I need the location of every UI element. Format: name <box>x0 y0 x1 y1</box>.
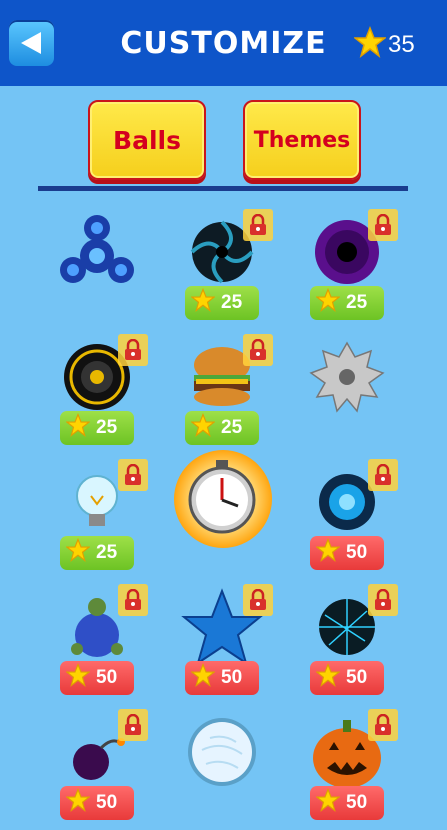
ball-item-speaker-ball[interactable]: 25 <box>35 330 160 455</box>
price-tag[interactable]: 50 <box>310 661 384 695</box>
star-icon <box>315 537 341 568</box>
price-tag[interactable]: 50 <box>310 536 384 570</box>
tab-themes[interactable]: Themes <box>243 100 361 180</box>
fidget-spinner-icon <box>55 210 140 295</box>
star-icon <box>315 662 341 693</box>
price-tag[interactable]: 25 <box>60 536 134 570</box>
ball-item-dark-web-ball[interactable]: 50 <box>285 580 410 705</box>
price-tag[interactable]: 50 <box>60 661 134 695</box>
lock-icon <box>368 584 398 616</box>
ball-item-blue-star-ball[interactable]: 50 <box>160 580 285 705</box>
star-icon <box>315 787 341 818</box>
lock-icon <box>368 209 398 241</box>
price-value: 50 <box>346 542 368 563</box>
price-value: 50 <box>96 792 118 813</box>
lock-icon <box>118 709 148 741</box>
ball-item-lightbulb-ball[interactable]: 25 <box>35 455 160 580</box>
star-icon <box>190 412 216 443</box>
star-balance: 35 <box>388 31 415 58</box>
price-value: 25 <box>221 292 243 313</box>
star-icon <box>65 787 91 818</box>
price-tag[interactable]: 50 <box>310 786 384 820</box>
price-tag[interactable]: 25 <box>60 411 134 445</box>
price-tag[interactable]: 25 <box>310 286 384 320</box>
lock-icon <box>118 459 148 491</box>
stopwatch-ball-icon <box>180 456 265 541</box>
star-icon <box>315 287 341 318</box>
ball-item-bomb-ball[interactable]: 50 <box>35 705 160 830</box>
lock-icon <box>368 709 398 741</box>
divider <box>38 186 408 191</box>
star-icon <box>354 26 386 58</box>
star-icon <box>65 537 91 568</box>
price-value: 50 <box>221 667 243 688</box>
lock-icon <box>118 584 148 616</box>
lock-icon <box>243 584 273 616</box>
price-value: 25 <box>346 292 368 313</box>
price-value: 50 <box>96 667 118 688</box>
ball-item-ice-ball[interactable] <box>160 705 285 830</box>
price-tag[interactable]: 25 <box>185 286 259 320</box>
ball-item-turtle-ball[interactable]: 50 <box>35 580 160 705</box>
price-value: 50 <box>346 792 368 813</box>
ball-item-saw-blade-ball[interactable] <box>285 330 410 455</box>
top-bar: CUSTOMIZE 35 <box>0 0 447 86</box>
lock-icon <box>118 334 148 366</box>
tab-balls[interactable]: Balls <box>88 100 206 180</box>
star-icon <box>65 662 91 693</box>
ball-item-purple-vortex-ball[interactable]: 25 <box>285 205 410 330</box>
lock-icon <box>368 459 398 491</box>
star-icon <box>190 287 216 318</box>
price-tag[interactable]: 50 <box>60 786 134 820</box>
ball-item-burger-ball[interactable]: 25 <box>160 330 285 455</box>
price-value: 25 <box>221 417 243 438</box>
ball-item-black-swirl-ball[interactable]: 25 <box>160 205 285 330</box>
star-icon <box>190 662 216 693</box>
lock-icon <box>243 334 273 366</box>
price-tag[interactable]: 25 <box>185 411 259 445</box>
ball-item-stopwatch-ball[interactable] <box>160 450 285 580</box>
ball-item-fidget-spinner[interactable] <box>35 205 160 330</box>
price-value: 25 <box>96 542 118 563</box>
price-value: 25 <box>96 417 118 438</box>
lock-icon <box>243 209 273 241</box>
ball-item-blue-plasma-ball[interactable]: 50 <box>285 455 410 580</box>
star-icon <box>65 412 91 443</box>
price-tag[interactable]: 50 <box>185 661 259 695</box>
ice-ball-icon <box>180 710 265 795</box>
saw-blade-ball-icon <box>305 335 390 420</box>
ball-item-pumpkin-ball[interactable]: 50 <box>285 705 410 830</box>
price-value: 50 <box>346 667 368 688</box>
